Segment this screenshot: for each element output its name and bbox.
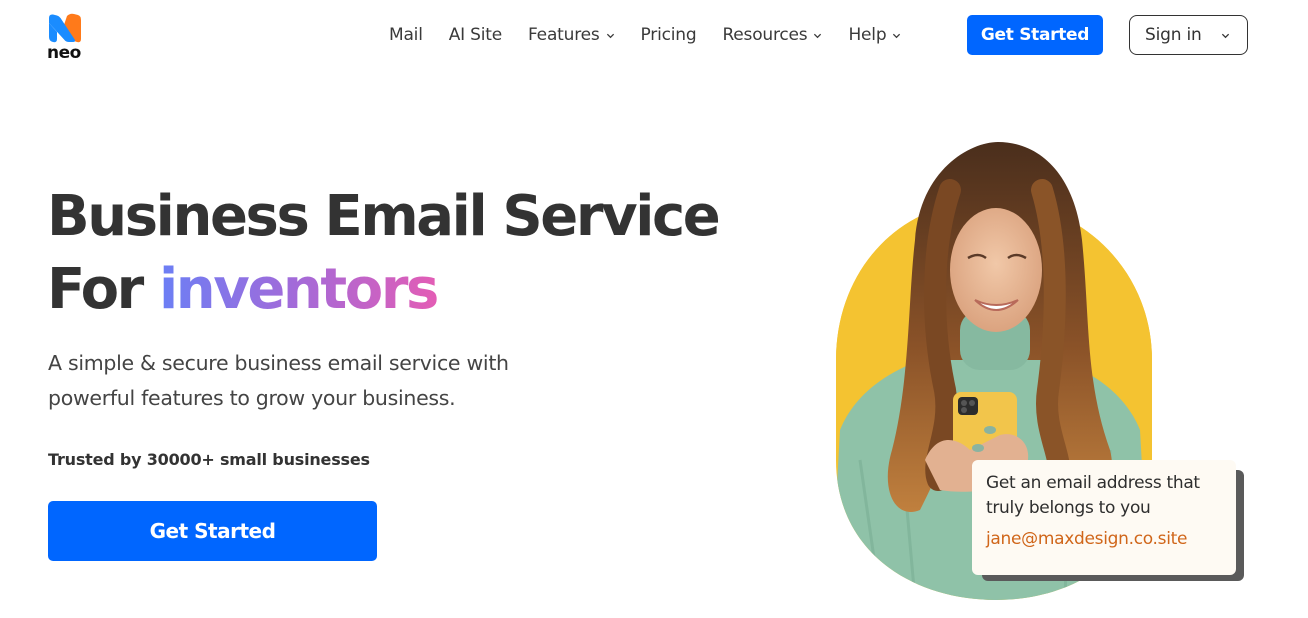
email-card-address: jane@maxdesign.co.site <box>986 529 1188 549</box>
nav-link-label: Features <box>528 25 600 45</box>
chevron-down-icon <box>893 33 901 38</box>
email-promo-card: Get an email address that truly belongs … <box>972 460 1236 575</box>
nav-link-features[interactable]: Features <box>528 25 615 45</box>
trusted-by-text: Trusted by 30000+ small businesses <box>48 450 370 469</box>
nav-link-resources[interactable]: Resources <box>722 25 822 45</box>
nav-links: Mail AI Site Features Pricing Resources … <box>389 22 927 48</box>
nav-link-help[interactable]: Help <box>848 25 901 45</box>
chevron-down-icon <box>606 33 614 38</box>
hero-title-highlight: inventors <box>158 257 439 322</box>
sign-in-dropdown-button[interactable]: Sign in <box>1129 15 1248 55</box>
nav-link-label: Mail <box>389 25 423 45</box>
nav-link-label: Help <box>848 25 887 45</box>
chevron-down-icon <box>814 33 822 38</box>
nav-link-label: Pricing <box>640 25 697 45</box>
nav-link-label: Resources <box>722 25 808 45</box>
nav-link-ai-site[interactable]: AI Site <box>449 25 502 45</box>
logo-wordmark: neo <box>47 43 81 63</box>
hero-subtitle: A simple & secure business email service… <box>48 351 509 410</box>
nav-get-started-button[interactable]: Get Started <box>967 15 1103 55</box>
hero-title-prefix: For <box>47 257 144 322</box>
nav-link-label: AI Site <box>448 25 503 45</box>
email-card-text: Get an email address that truly belongs … <box>986 473 1200 518</box>
hero-get-started-button[interactable]: Get Started <box>48 501 377 561</box>
neo-logo-icon <box>49 13 81 43</box>
neo-logo[interactable]: neo <box>47 13 87 65</box>
hero-title-line-2: For inventors <box>47 253 718 326</box>
hero-title: Business Email Service For inventors <box>47 180 721 326</box>
chevron-down-icon <box>1221 33 1230 39</box>
nav-link-mail[interactable]: Mail <box>389 25 423 45</box>
nav-link-pricing[interactable]: Pricing <box>641 25 697 45</box>
face <box>950 208 1042 332</box>
sign-in-label: Sign in <box>1145 25 1202 45</box>
top-navigation: neo Mail AI Site Features Pricing Resour… <box>0 0 1308 72</box>
hero-title-line-1: Business Email Service <box>47 184 721 249</box>
